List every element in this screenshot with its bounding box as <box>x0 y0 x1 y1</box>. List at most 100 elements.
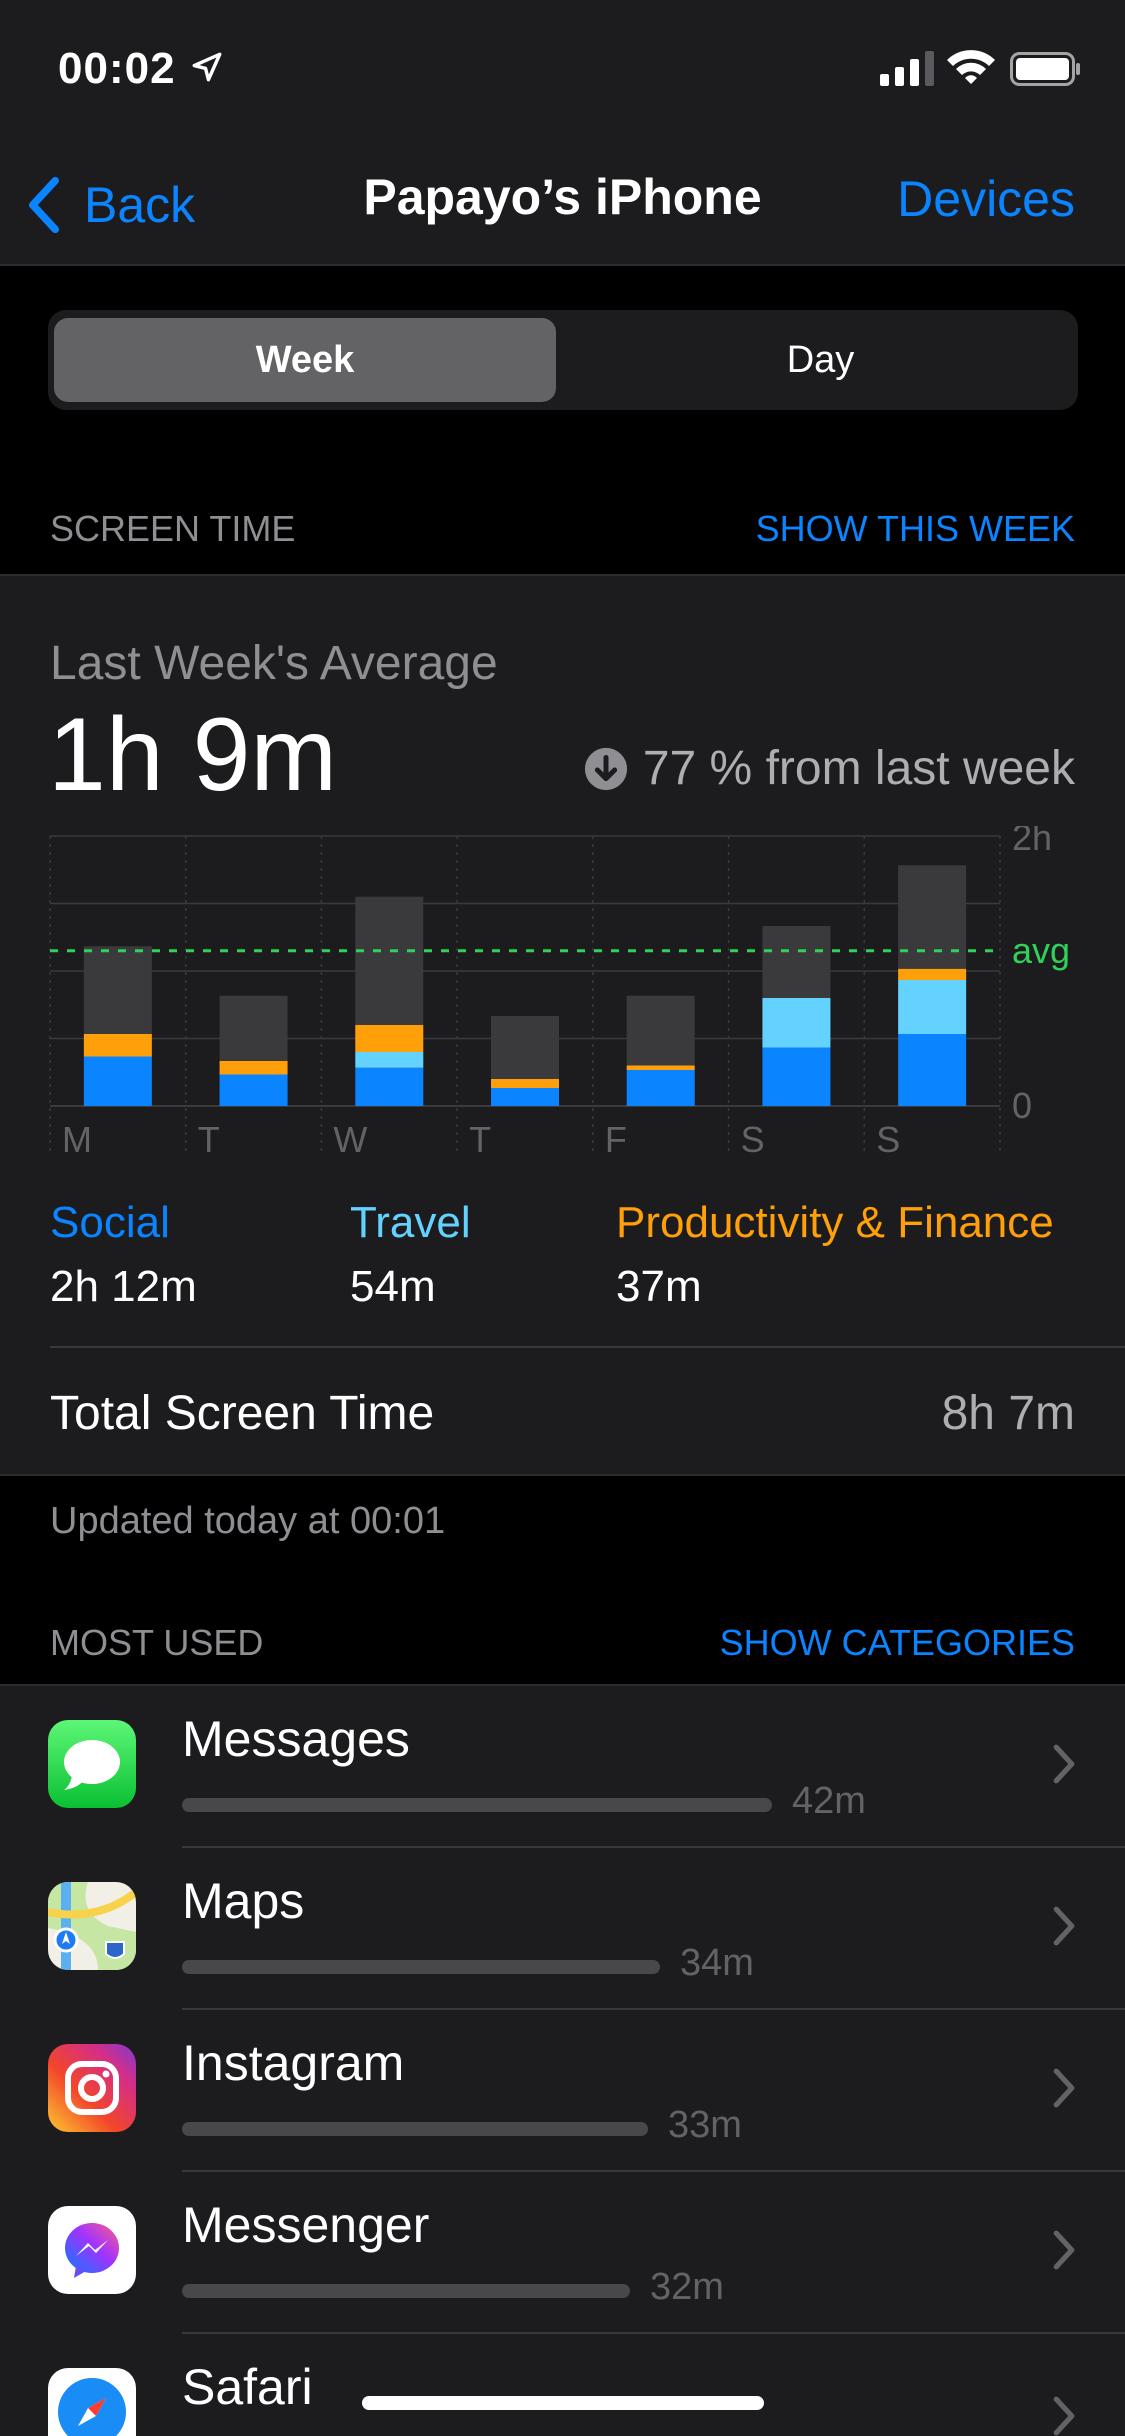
segment-day[interactable]: Day <box>568 318 1073 402</box>
usage-time: 34m <box>680 1942 754 1984</box>
app-name: Safari <box>182 2359 313 2415</box>
bar-segment-travel <box>898 980 967 1034</box>
updated-text: Updated today at 00:01 <box>50 1500 446 1542</box>
y-tick-label: 2h <box>1012 826 1052 858</box>
change-indicator: 77 % from last week <box>583 741 1075 796</box>
bar-segment-productivity <box>626 1065 695 1070</box>
segment-week[interactable]: Week <box>54 318 556 402</box>
period-segmented-control: Week Day <box>48 310 1078 410</box>
chevron-left-icon <box>29 176 59 234</box>
status-time: 00:02 <box>58 44 176 93</box>
total-screen-time-label: Total Screen Time <box>50 1387 435 1440</box>
app-row-messenger[interactable]: Messenger 32m <box>0 2172 1125 2334</box>
bar-segment-social <box>83 1056 152 1106</box>
navigation-bar: Back Papayo’s iPhone Devices <box>0 140 1125 266</box>
usage-bar <box>182 2122 648 2136</box>
bar-segment-social <box>355 1067 424 1106</box>
screen-time-header: SCREEN TIME SHOW THIS WEEK <box>50 508 1075 550</box>
app-name: Maps <box>182 1873 305 1929</box>
legend-travel: Travel 54m <box>350 1198 471 1312</box>
location-arrow-icon <box>192 52 222 82</box>
usage-time: 42m <box>792 1780 866 1822</box>
bar-segment-productivity <box>355 1025 424 1052</box>
chevron-right-icon <box>1053 1906 1075 1946</box>
show-this-week-link[interactable]: SHOW THIS WEEK <box>756 508 1075 550</box>
legend-productivity: Productivity & Finance 37m <box>616 1198 1054 1312</box>
x-tick-label: T <box>469 1119 491 1156</box>
safari-icon <box>48 2368 136 2436</box>
usage-bar <box>182 1798 772 1812</box>
usage-time: 33m <box>668 2104 742 2146</box>
show-categories-link[interactable]: SHOW CATEGORIES <box>720 1622 1075 1664</box>
battery-icon <box>1010 52 1080 86</box>
bar-segment-productivity <box>898 968 967 980</box>
most-used-header: MOST USED SHOW CATEGORIES <box>50 1622 1075 1664</box>
usage-bar <box>182 1960 660 1974</box>
divider <box>50 1346 1125 1348</box>
x-tick-label: M <box>62 1119 92 1156</box>
bar-segment-productivity <box>83 1034 152 1057</box>
section-title: SCREEN TIME <box>50 508 296 549</box>
bar-segment-other <box>626 995 695 1066</box>
legend-social: Social 2h 12m <box>50 1198 197 1312</box>
change-text: 77 % from last week <box>642 742 1075 795</box>
bar-segment-travel <box>355 1052 424 1068</box>
legend-label: Social <box>50 1198 170 1247</box>
bar-segment-social <box>898 1034 967 1106</box>
screen-time-card: Last Week's Average 1h 9m 77 % from last… <box>0 574 1125 1476</box>
app-name: Instagram <box>182 2035 405 2091</box>
app-row-instagram[interactable]: Instagram 33m <box>0 2010 1125 2172</box>
x-tick-label: F <box>605 1119 627 1156</box>
maps-icon <box>48 1882 136 1970</box>
chevron-right-icon <box>1053 2396 1075 2436</box>
bar-segment-social <box>626 1070 695 1106</box>
total-screen-time-value: 8h 7m <box>941 1387 1075 1440</box>
x-tick-label: S <box>741 1119 765 1156</box>
back-label: Back <box>84 177 196 233</box>
bar-segment-productivity <box>219 1061 288 1075</box>
usage-time: 32m <box>650 2266 724 2308</box>
x-tick-label: W <box>333 1119 367 1156</box>
y-tick-label: 0 <box>1012 1085 1032 1126</box>
arrow-down-circle-icon <box>584 747 627 790</box>
most-used-list: Messages 42m Maps 34m Instagram 33m Mess… <box>0 1684 1125 2436</box>
legend-value: 37m <box>616 1262 702 1311</box>
chevron-right-icon <box>1053 2230 1075 2270</box>
app-name: Messages <box>182 1711 410 1767</box>
devices-button[interactable]: Devices <box>897 170 1075 228</box>
bar-segment-other <box>762 926 831 998</box>
bar-segment-other <box>219 995 288 1061</box>
legend-label: Productivity & Finance <box>616 1198 1054 1247</box>
bar-segment-travel <box>762 998 831 1048</box>
messenger-icon <box>48 2206 136 2294</box>
instagram-icon <box>48 2044 136 2132</box>
section-title: MOST USED <box>50 1622 264 1663</box>
average-label: Last Week's Average <box>50 637 498 690</box>
bar-segment-social <box>762 1047 831 1106</box>
back-button[interactable]: Back <box>24 170 195 240</box>
x-tick-label: S <box>876 1119 900 1156</box>
bar-segment-social <box>491 1088 559 1106</box>
chevron-right-icon <box>1053 2068 1075 2108</box>
home-indicator <box>362 2396 764 2410</box>
bar-segment-other <box>83 946 152 1034</box>
chevron-right-icon <box>1053 1744 1075 1784</box>
app-row-maps[interactable]: Maps 34m <box>0 1848 1125 2010</box>
app-row-safari[interactable]: Safari <box>0 2334 1125 2436</box>
bar-segment-productivity <box>491 1079 559 1088</box>
bar-segment-social <box>219 1074 288 1106</box>
legend-value: 54m <box>350 1262 436 1311</box>
cellular-signal-icon <box>880 51 934 86</box>
average-value: 1h 9m <box>48 697 338 813</box>
legend-label: Travel <box>350 1198 471 1247</box>
bar-segment-other <box>898 865 967 969</box>
bar-segment-other <box>491 1016 559 1079</box>
weekly-usage-chart: M T W T F S S 2h avg 0 <box>49 826 1070 1156</box>
status-bar: 00:02 <box>0 0 1125 140</box>
bar-segment-other <box>355 896 424 1025</box>
messages-icon <box>48 1720 136 1808</box>
wifi-icon <box>947 50 995 84</box>
legend-value: 2h 12m <box>50 1262 197 1311</box>
app-row-messages[interactable]: Messages 42m <box>0 1686 1125 1848</box>
app-name: Messenger <box>182 2197 430 2253</box>
